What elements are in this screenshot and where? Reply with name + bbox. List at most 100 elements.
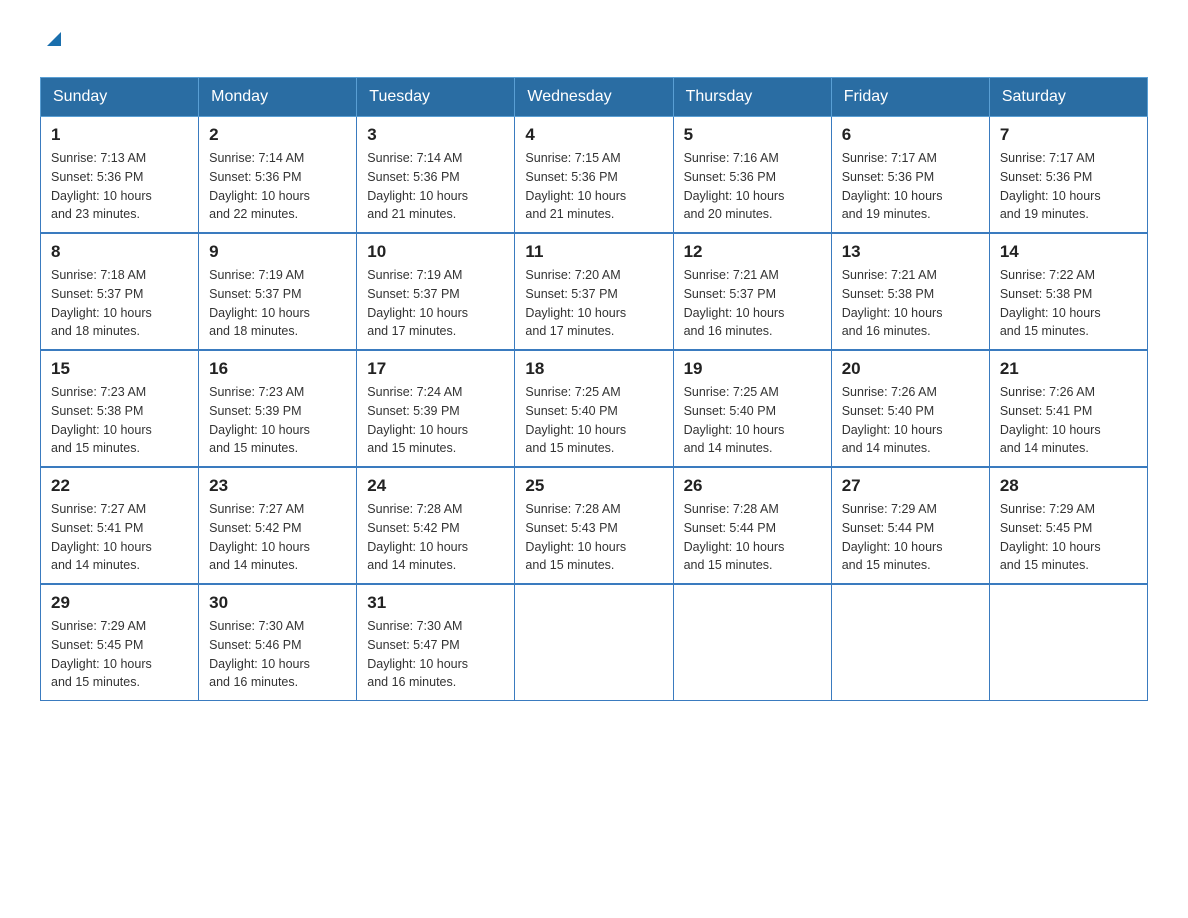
calendar-cell: 29 Sunrise: 7:29 AMSunset: 5:45 PMDaylig… [41,584,199,701]
day-info: Sunrise: 7:19 AMSunset: 5:37 PMDaylight:… [367,268,468,338]
calendar-cell: 26 Sunrise: 7:28 AMSunset: 5:44 PMDaylig… [673,467,831,584]
weekday-header-tuesday: Tuesday [357,78,515,117]
day-info: Sunrise: 7:28 AMSunset: 5:42 PMDaylight:… [367,502,468,572]
calendar-week-row: 8 Sunrise: 7:18 AMSunset: 5:37 PMDayligh… [41,233,1148,350]
calendar-week-row: 1 Sunrise: 7:13 AMSunset: 5:36 PMDayligh… [41,117,1148,234]
weekday-header-sunday: Sunday [41,78,199,117]
calendar-cell: 30 Sunrise: 7:30 AMSunset: 5:46 PMDaylig… [199,584,357,701]
day-number: 3 [367,125,504,145]
day-number: 28 [1000,476,1137,496]
calendar-cell: 31 Sunrise: 7:30 AMSunset: 5:47 PMDaylig… [357,584,515,701]
day-number: 16 [209,359,346,379]
day-number: 5 [684,125,821,145]
weekday-header-monday: Monday [199,78,357,117]
day-number: 9 [209,242,346,262]
day-number: 26 [684,476,821,496]
calendar-cell: 3 Sunrise: 7:14 AMSunset: 5:36 PMDayligh… [357,117,515,234]
calendar-cell: 5 Sunrise: 7:16 AMSunset: 5:36 PMDayligh… [673,117,831,234]
calendar-cell: 9 Sunrise: 7:19 AMSunset: 5:37 PMDayligh… [199,233,357,350]
day-info: Sunrise: 7:22 AMSunset: 5:38 PMDaylight:… [1000,268,1101,338]
calendar-cell: 11 Sunrise: 7:20 AMSunset: 5:37 PMDaylig… [515,233,673,350]
calendar-cell: 19 Sunrise: 7:25 AMSunset: 5:40 PMDaylig… [673,350,831,467]
calendar-cell: 24 Sunrise: 7:28 AMSunset: 5:42 PMDaylig… [357,467,515,584]
calendar-cell: 23 Sunrise: 7:27 AMSunset: 5:42 PMDaylig… [199,467,357,584]
weekday-header-saturday: Saturday [989,78,1147,117]
calendar-cell: 10 Sunrise: 7:19 AMSunset: 5:37 PMDaylig… [357,233,515,350]
day-info: Sunrise: 7:25 AMSunset: 5:40 PMDaylight:… [684,385,785,455]
day-number: 24 [367,476,504,496]
day-info: Sunrise: 7:21 AMSunset: 5:38 PMDaylight:… [842,268,943,338]
day-info: Sunrise: 7:19 AMSunset: 5:37 PMDaylight:… [209,268,310,338]
day-info: Sunrise: 7:26 AMSunset: 5:41 PMDaylight:… [1000,385,1101,455]
calendar-cell: 13 Sunrise: 7:21 AMSunset: 5:38 PMDaylig… [831,233,989,350]
day-number: 25 [525,476,662,496]
day-number: 18 [525,359,662,379]
calendar-cell: 17 Sunrise: 7:24 AMSunset: 5:39 PMDaylig… [357,350,515,467]
calendar-cell: 12 Sunrise: 7:21 AMSunset: 5:37 PMDaylig… [673,233,831,350]
calendar-cell: 28 Sunrise: 7:29 AMSunset: 5:45 PMDaylig… [989,467,1147,584]
calendar-cell: 22 Sunrise: 7:27 AMSunset: 5:41 PMDaylig… [41,467,199,584]
calendar-cell: 2 Sunrise: 7:14 AMSunset: 5:36 PMDayligh… [199,117,357,234]
calendar-cell [673,584,831,701]
day-info: Sunrise: 7:15 AMSunset: 5:36 PMDaylight:… [525,151,626,221]
calendar-cell: 15 Sunrise: 7:23 AMSunset: 5:38 PMDaylig… [41,350,199,467]
calendar-cell: 8 Sunrise: 7:18 AMSunset: 5:37 PMDayligh… [41,233,199,350]
day-info: Sunrise: 7:16 AMSunset: 5:36 PMDaylight:… [684,151,785,221]
day-info: Sunrise: 7:14 AMSunset: 5:36 PMDaylight:… [209,151,310,221]
day-number: 12 [684,242,821,262]
day-info: Sunrise: 7:28 AMSunset: 5:44 PMDaylight:… [684,502,785,572]
day-info: Sunrise: 7:23 AMSunset: 5:39 PMDaylight:… [209,385,310,455]
logo-arrow-icon [43,28,65,55]
calendar-body: 1 Sunrise: 7:13 AMSunset: 5:36 PMDayligh… [41,117,1148,701]
weekday-header-row: SundayMondayTuesdayWednesdayThursdayFrid… [41,78,1148,117]
page-header [40,30,1148,57]
day-info: Sunrise: 7:29 AMSunset: 5:45 PMDaylight:… [51,619,152,689]
day-info: Sunrise: 7:27 AMSunset: 5:41 PMDaylight:… [51,502,152,572]
weekday-header-wednesday: Wednesday [515,78,673,117]
calendar-cell: 21 Sunrise: 7:26 AMSunset: 5:41 PMDaylig… [989,350,1147,467]
calendar-table: SundayMondayTuesdayWednesdayThursdayFrid… [40,77,1148,701]
calendar-cell: 1 Sunrise: 7:13 AMSunset: 5:36 PMDayligh… [41,117,199,234]
day-number: 22 [51,476,188,496]
weekday-header-thursday: Thursday [673,78,831,117]
day-info: Sunrise: 7:29 AMSunset: 5:45 PMDaylight:… [1000,502,1101,572]
day-info: Sunrise: 7:17 AMSunset: 5:36 PMDaylight:… [1000,151,1101,221]
calendar-week-row: 22 Sunrise: 7:27 AMSunset: 5:41 PMDaylig… [41,467,1148,584]
day-number: 14 [1000,242,1137,262]
day-info: Sunrise: 7:28 AMSunset: 5:43 PMDaylight:… [525,502,626,572]
day-number: 27 [842,476,979,496]
day-number: 23 [209,476,346,496]
day-info: Sunrise: 7:27 AMSunset: 5:42 PMDaylight:… [209,502,310,572]
day-number: 4 [525,125,662,145]
day-number: 29 [51,593,188,613]
day-number: 2 [209,125,346,145]
day-number: 6 [842,125,979,145]
weekday-header-friday: Friday [831,78,989,117]
day-number: 13 [842,242,979,262]
day-info: Sunrise: 7:14 AMSunset: 5:36 PMDaylight:… [367,151,468,221]
day-number: 11 [525,242,662,262]
day-info: Sunrise: 7:30 AMSunset: 5:46 PMDaylight:… [209,619,310,689]
day-info: Sunrise: 7:18 AMSunset: 5:37 PMDaylight:… [51,268,152,338]
day-info: Sunrise: 7:17 AMSunset: 5:36 PMDaylight:… [842,151,943,221]
calendar-cell: 18 Sunrise: 7:25 AMSunset: 5:40 PMDaylig… [515,350,673,467]
calendar-cell: 20 Sunrise: 7:26 AMSunset: 5:40 PMDaylig… [831,350,989,467]
calendar-cell: 6 Sunrise: 7:17 AMSunset: 5:36 PMDayligh… [831,117,989,234]
day-info: Sunrise: 7:29 AMSunset: 5:44 PMDaylight:… [842,502,943,572]
calendar-cell: 4 Sunrise: 7:15 AMSunset: 5:36 PMDayligh… [515,117,673,234]
calendar-cell [515,584,673,701]
calendar-cell: 27 Sunrise: 7:29 AMSunset: 5:44 PMDaylig… [831,467,989,584]
calendar-week-row: 29 Sunrise: 7:29 AMSunset: 5:45 PMDaylig… [41,584,1148,701]
calendar-header: SundayMondayTuesdayWednesdayThursdayFrid… [41,78,1148,117]
day-info: Sunrise: 7:24 AMSunset: 5:39 PMDaylight:… [367,385,468,455]
calendar-cell: 16 Sunrise: 7:23 AMSunset: 5:39 PMDaylig… [199,350,357,467]
calendar-cell: 7 Sunrise: 7:17 AMSunset: 5:36 PMDayligh… [989,117,1147,234]
day-number: 20 [842,359,979,379]
day-info: Sunrise: 7:20 AMSunset: 5:37 PMDaylight:… [525,268,626,338]
day-number: 10 [367,242,504,262]
calendar-cell [831,584,989,701]
calendar-week-row: 15 Sunrise: 7:23 AMSunset: 5:38 PMDaylig… [41,350,1148,467]
day-number: 30 [209,593,346,613]
day-info: Sunrise: 7:23 AMSunset: 5:38 PMDaylight:… [51,385,152,455]
day-number: 8 [51,242,188,262]
